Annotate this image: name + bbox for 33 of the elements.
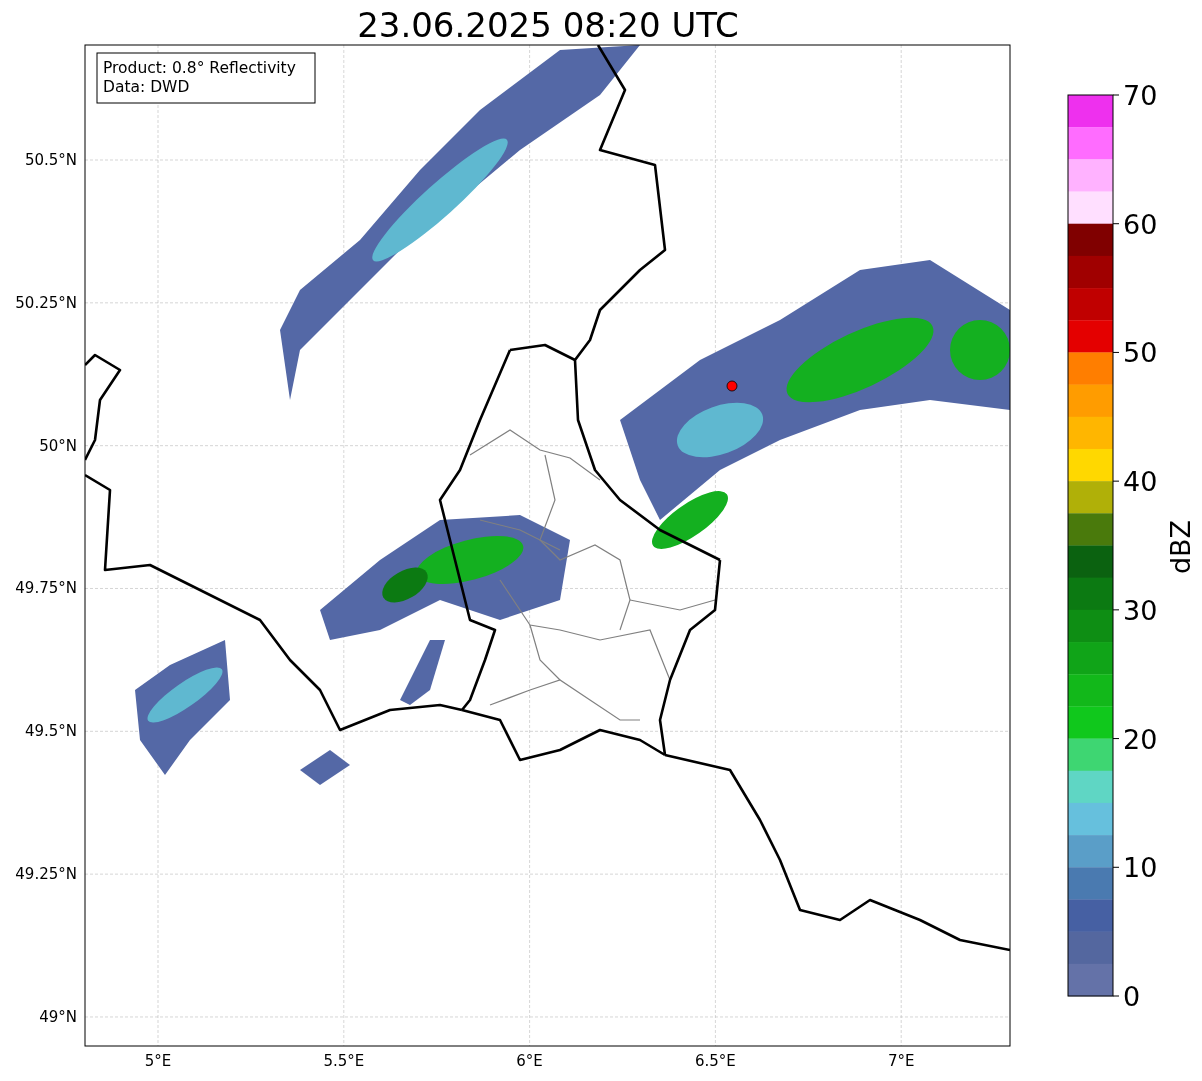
longitude-label: 6°E <box>516 1052 543 1070</box>
colorbar-tick-label: 30 <box>1123 594 1158 626</box>
latitude-label: 49°N <box>39 1008 77 1026</box>
colorbar-tick-label: 70 <box>1123 80 1158 111</box>
colorbar-tick-label: 10 <box>1123 852 1158 884</box>
colorbar-label: dBZ <box>1165 519 1196 575</box>
colorbar-tick-label: 60 <box>1123 208 1158 240</box>
info-text: Product: 0.8° Reflectivity <box>103 59 296 77</box>
colorbar-tick <box>1112 995 1120 997</box>
colorbar-tick-label: 0 <box>1123 981 1141 1012</box>
radar-site-marker <box>726 380 738 392</box>
info-text: Data: DWD <box>103 78 190 96</box>
longitude-label: 5.5°E <box>323 1052 365 1070</box>
colorbar-tick <box>1112 738 1120 740</box>
chart-title: 23.06.2025 08:20 UTC <box>357 5 739 45</box>
longitude-label: 6.5°E <box>695 1052 736 1070</box>
latitude-label: 49.25°N <box>15 865 77 884</box>
colorbar-tick <box>1112 94 1120 96</box>
colorbar-tick <box>1112 866 1120 868</box>
colorbar-tick-label: 40 <box>1123 466 1158 498</box>
colorbar-tick-label: 20 <box>1123 723 1158 755</box>
latitude-label: 49.75°N <box>15 579 77 598</box>
latitude-label: 50°N <box>39 436 77 455</box>
colorbar-tick <box>1112 351 1120 353</box>
colorbar-tick <box>1112 223 1120 225</box>
latitude-label: 50.5°N <box>24 151 77 169</box>
colorbar-tick-label: 50 <box>1123 337 1158 369</box>
latitude-label: 49.5°N <box>24 722 77 741</box>
longitude-label: 7°E <box>887 1052 915 1070</box>
longitude-label: 5°E <box>144 1052 172 1070</box>
colorbar-tick <box>1112 480 1120 482</box>
latitude-label: 50.25°N <box>15 293 77 312</box>
colorbar-tick <box>1112 609 1120 611</box>
